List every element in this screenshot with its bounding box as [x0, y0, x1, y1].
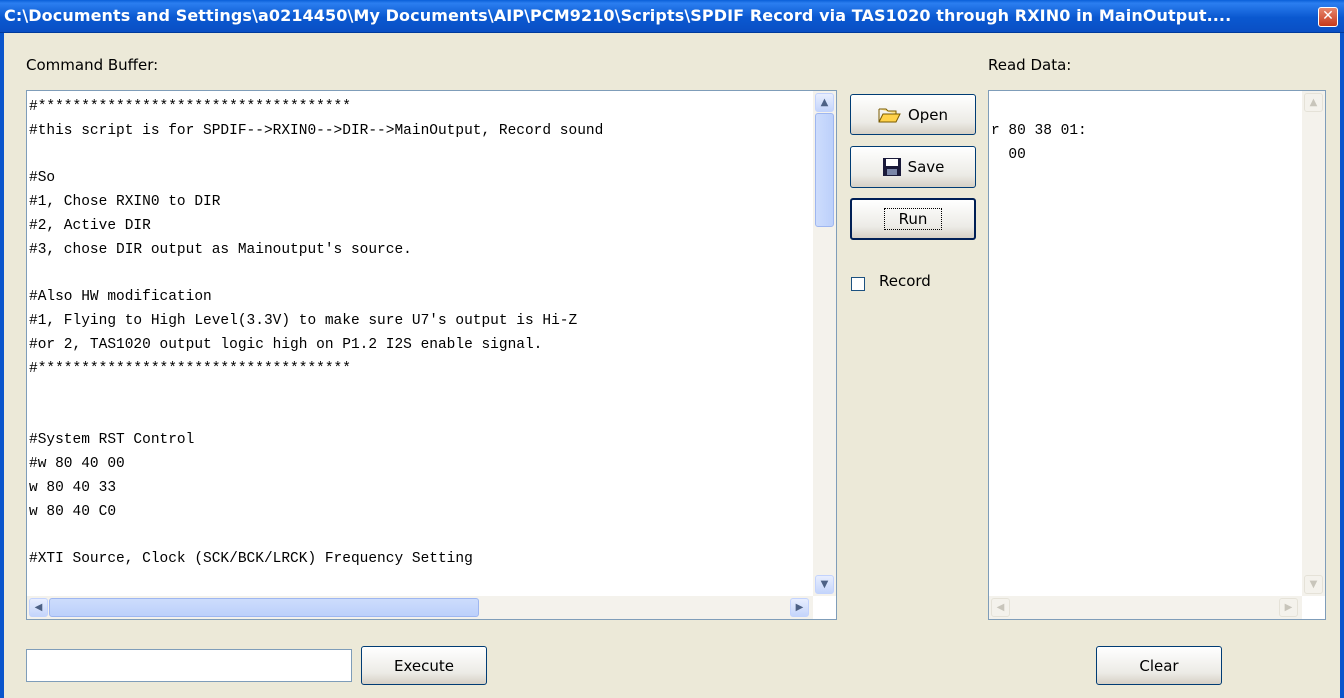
command-buffer-line: #2, Active DIR — [29, 217, 151, 234]
window-title: C:\Documents and Settings\a0214450\My Do… — [4, 6, 1232, 25]
scroll-up-icon[interactable]: ▲ — [1304, 93, 1323, 112]
scroll-right-icon[interactable]: ▶ — [1279, 598, 1298, 617]
vertical-scroll-thumb[interactable] — [815, 113, 834, 227]
read-data-textarea[interactable]: r 80 38 01: 00 ▲ ▼ ◀ ▶ — [988, 90, 1326, 620]
folder-open-icon — [878, 108, 901, 122]
command-buffer-line: #1, Chose RXIN0 to DIR — [29, 194, 221, 211]
command-buffer-line: #w 80 40 00 — [29, 455, 125, 472]
window-frame-right — [1340, 33, 1344, 698]
scroll-left-icon[interactable]: ◀ — [991, 598, 1010, 617]
clear-button-label: Clear — [1139, 656, 1179, 675]
command-buffer-line: w 80 40 C0 — [29, 503, 117, 520]
floppy-disk-icon — [882, 158, 901, 176]
horizontal-scrollbar[interactable]: ◀ ▶ — [27, 596, 813, 619]
command-buffer-line — [29, 144, 812, 168]
run-button[interactable]: Run — [850, 198, 976, 240]
open-button[interactable]: Open — [850, 94, 976, 135]
command-buffer-label: Command Buffer: — [26, 56, 159, 74]
read-data-text: r 80 38 01: 00 — [991, 120, 1301, 580]
execute-button-label: Execute — [394, 656, 454, 675]
execute-command-input[interactable] — [26, 649, 352, 682]
run-button-label: Run — [883, 208, 943, 230]
command-buffer-line: #************************************ — [29, 99, 351, 115]
command-buffer-text: #************************************ #th… — [29, 96, 812, 576]
window-frame-left — [0, 33, 4, 698]
read-data-line: 00 — [991, 146, 1026, 163]
command-buffer-line — [29, 382, 812, 406]
read-data-line: r 80 38 01: — [991, 123, 1087, 139]
record-label: Record — [879, 272, 931, 290]
command-buffer-line: #XTI Source, Clock (SCK/BCK/LRCK) Freque… — [29, 551, 473, 568]
command-buffer-line: #************************************ — [29, 360, 351, 377]
read-data-vertical-scrollbar[interactable]: ▲ ▼ — [1302, 91, 1325, 596]
command-buffer-line: #So — [29, 170, 56, 187]
command-buffer-line — [29, 405, 812, 429]
vertical-scrollbar[interactable]: ▲ ▼ — [813, 91, 836, 596]
scroll-down-icon[interactable]: ▼ — [1304, 575, 1323, 594]
read-data-horizontal-scrollbar[interactable]: ◀ ▶ — [989, 596, 1302, 619]
close-icon[interactable]: ✕ — [1318, 7, 1338, 27]
scroll-left-icon[interactable]: ◀ — [29, 598, 48, 617]
scroll-right-icon[interactable]: ▶ — [790, 598, 809, 617]
command-buffer-line: #System RST Control — [29, 432, 195, 449]
read-data-label: Read Data: — [988, 56, 1072, 74]
save-button[interactable]: Save — [850, 146, 976, 188]
horizontal-scroll-thumb[interactable] — [49, 598, 479, 617]
scroll-down-icon[interactable]: ▼ — [815, 575, 834, 594]
command-buffer-line — [29, 524, 812, 548]
execute-button[interactable]: Execute — [361, 646, 487, 685]
command-buffer-line: #Also HW modification — [29, 289, 212, 306]
command-buffer-line: #3, chose DIR output as Mainoutput's sou… — [29, 241, 412, 258]
command-buffer-line: #1, Flying to High Level(3.3V) to make s… — [29, 313, 578, 330]
command-buffer-line: w 80 40 33 — [29, 479, 117, 496]
command-buffer-line: #or 2, TAS1020 output logic high on P1.2… — [29, 336, 543, 353]
clear-button[interactable]: Clear — [1096, 646, 1222, 685]
command-buffer-line: #this script is for SPDIF-->RXIN0-->DIR-… — [29, 122, 604, 139]
open-button-label: Open — [907, 105, 949, 124]
save-button-label: Save — [907, 158, 945, 176]
scroll-up-icon[interactable]: ▲ — [815, 93, 834, 112]
command-buffer-line — [29, 263, 812, 287]
command-buffer-textarea[interactable]: #************************************ #th… — [26, 90, 837, 620]
record-checkbox[interactable] — [851, 277, 865, 291]
